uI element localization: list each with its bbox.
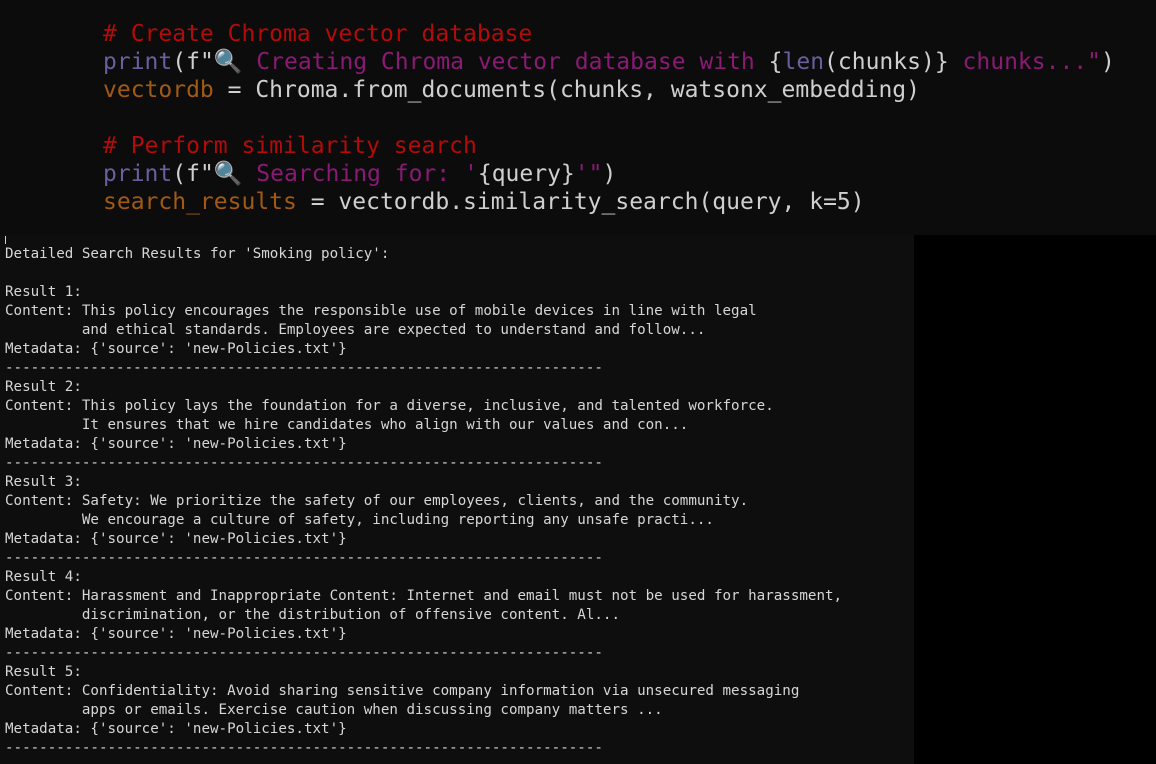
result-title: Result 1: — [5, 284, 82, 300]
result-title: Result 4: — [5, 569, 82, 585]
code-editor[interactable]: # Create Chroma vector database print(f"🔍… — [0, 0, 1156, 235]
magnifier-icon: 🔍 — [213, 161, 243, 187]
result-metadata: Metadata: {'source': 'new-Policies.txt'} — [5, 531, 347, 547]
code-brace: { — [768, 49, 783, 75]
separator-line: ----------------------------------------… — [5, 740, 603, 756]
code-line-print-creating: print(f"🔍 Creating Chroma vector databas… — [103, 48, 1115, 76]
result-metadata: Metadata: {'source': 'new-Policies.txt'} — [5, 721, 347, 737]
code-variable: search_results — [103, 189, 297, 215]
code-line-vectordb: vectordb = Chroma.from_documents(chunks,… — [103, 76, 1115, 104]
result-content-line: discrimination, or the distribution of o… — [5, 607, 620, 623]
text-cursor — [5, 236, 6, 244]
result-content-line: It ensures that we hire candidates who a… — [5, 417, 689, 433]
code-comment: # Create Chroma vector database — [103, 21, 533, 47]
result-content-line: We encourage a culture of safety, includ… — [5, 512, 714, 528]
separator-line: ----------------------------------------… — [5, 645, 603, 661]
code-brace: } — [934, 49, 949, 75]
code-string: '" — [574, 161, 603, 187]
result-title: Result 5: — [5, 664, 82, 680]
result-content-line: and ethical standards. Employees are exp… — [5, 322, 706, 338]
result-content-line: Content: Confidentiality: Avoid sharing … — [5, 683, 800, 699]
magnifier-icon: 🔍 — [213, 49, 243, 75]
code-punct: ) — [602, 161, 617, 187]
code-line-search-results: search_results = vectordb.similarity_sea… — [103, 188, 1115, 216]
code-expr: = Chroma.from_documents(chunks, watsonx_… — [213, 77, 920, 103]
code-string: Searching for: ' — [242, 161, 478, 187]
result-title: Result 3: — [5, 474, 82, 490]
terminal-output[interactable]: Detailed Search Results for 'Smoking pol… — [5, 245, 842, 758]
result-content-line: Content: This policy lays the foundation… — [5, 398, 774, 414]
code-string: Creating Chroma vector database with — [242, 49, 769, 75]
result-metadata: Metadata: {'source': 'new-Policies.txt'} — [5, 341, 347, 357]
empty-side-panel — [914, 235, 1156, 764]
code-comment: # Perform similarity search — [103, 133, 477, 159]
result-content-line: Content: This policy encourages the resp… — [5, 303, 757, 319]
code-function: print — [103, 161, 173, 187]
code-string: chunks..." — [948, 49, 1102, 75]
result-metadata: Metadata: {'source': 'new-Policies.txt'} — [5, 436, 347, 452]
code-builtin: len — [782, 49, 825, 75]
result-content-line: apps or emails. Exercise caution when di… — [5, 702, 663, 718]
code-expr: {query} — [477, 161, 575, 187]
result-content-line: Content: Harassment and Inappropriate Co… — [5, 588, 843, 604]
code-line-comment-create: # Create Chroma vector database — [103, 20, 1115, 48]
code-punct: ) — [1101, 49, 1115, 75]
code-line-print-searching: print(f"🔍 Searching for: '{query}'") — [103, 160, 1115, 188]
result-metadata: Metadata: {'source': 'new-Policies.txt'} — [5, 626, 347, 642]
separator-line: ----------------------------------------… — [5, 550, 603, 566]
code-variable: vectordb — [103, 77, 214, 103]
code-block[interactable]: # Create Chroma vector database print(f"🔍… — [103, 20, 1115, 216]
separator-line: ----------------------------------------… — [5, 360, 603, 376]
code-punct: (f" — [172, 161, 214, 187]
code-expr: = vectordb.similarity_search(query, k=5) — [296, 189, 865, 215]
result-title: Result 2: — [5, 379, 82, 395]
result-content-line: Content: Safety: We prioritize the safet… — [5, 493, 749, 509]
code-punct: (f" — [172, 49, 214, 75]
code-line-comment-search: # Perform similarity search — [103, 132, 1115, 160]
code-expr: (chunks) — [824, 49, 935, 75]
separator-line: ----------------------------------------… — [5, 455, 603, 471]
results-header: Detailed Search Results for 'Smoking pol… — [5, 246, 390, 262]
code-function: print — [103, 49, 173, 75]
